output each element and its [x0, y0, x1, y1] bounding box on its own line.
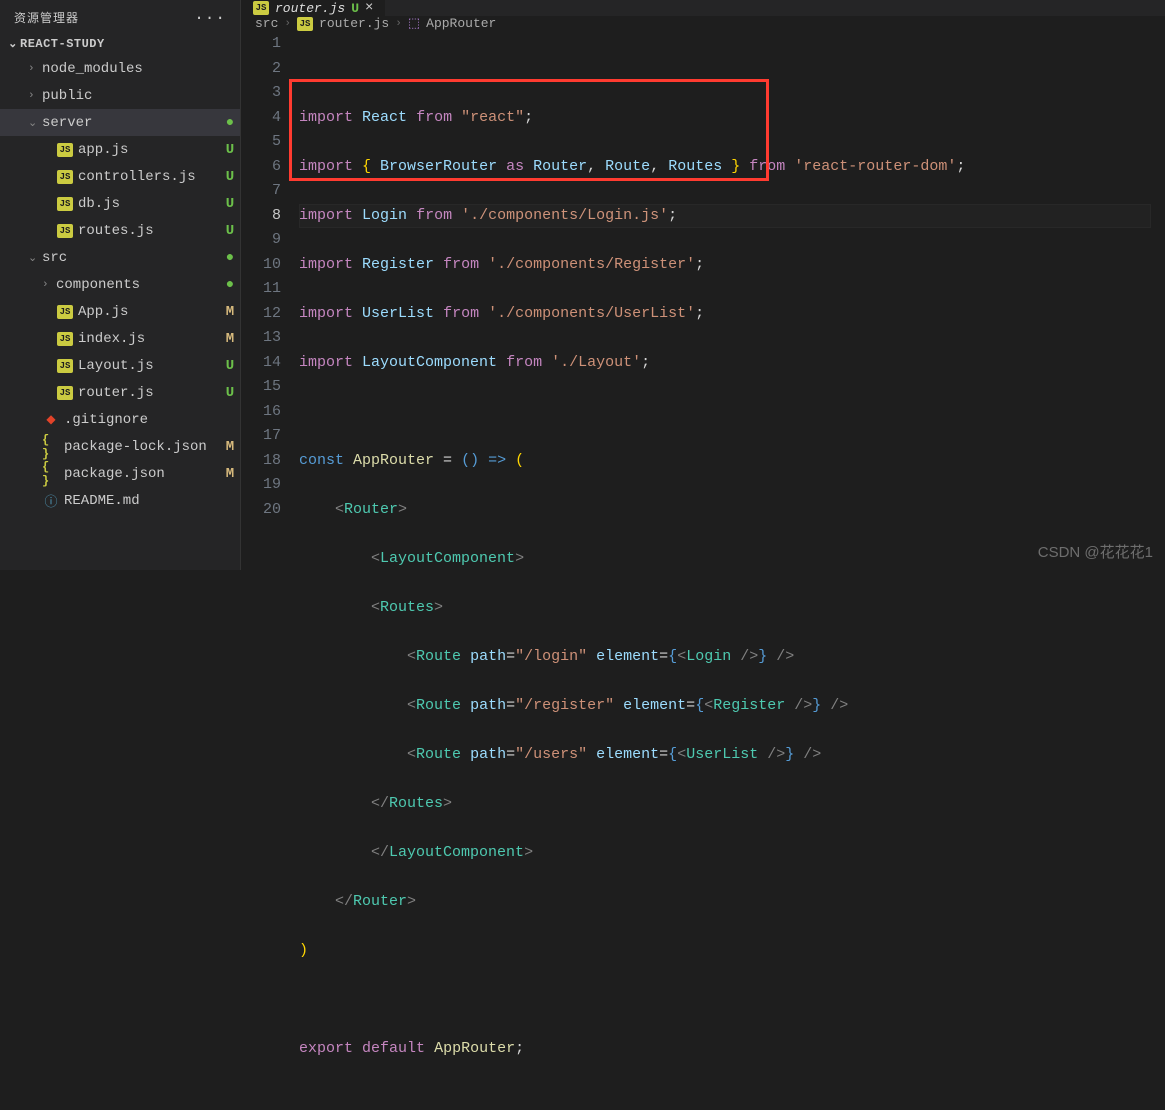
- tree-item-label: Layout.js: [78, 358, 220, 374]
- tree-item--gitignore[interactable]: ◆ .gitignore: [0, 406, 240, 433]
- tree-item-label: app.js: [78, 142, 220, 158]
- tree-item-app-js[interactable]: JS app.jsU: [0, 136, 240, 163]
- status-badge: M: [220, 466, 240, 482]
- tree-item-node_modules[interactable]: ›node_modules: [0, 55, 240, 82]
- file-tree: ›node_modules›public⌄server●JSapp.jsUJSc…: [0, 55, 240, 514]
- js-icon: JS: [56, 143, 74, 157]
- status-badge: U: [220, 385, 240, 401]
- tree-item-label: public: [42, 88, 220, 104]
- tab-status: U: [351, 1, 359, 16]
- tree-item-label: db.js: [78, 196, 220, 212]
- chevron-down-icon: ⌄: [6, 37, 20, 51]
- tree-item-layout-js[interactable]: JS Layout.jsU: [0, 352, 240, 379]
- breadcrumb-symbol[interactable]: AppRouter: [426, 16, 496, 31]
- code-content[interactable]: import React from "react"; import { Brow…: [299, 32, 1165, 1110]
- symbol-icon: ⬚: [408, 16, 420, 31]
- chevron-icon: ›: [42, 279, 56, 291]
- js-icon: JS: [297, 17, 313, 31]
- status-badge: ●: [220, 250, 240, 266]
- project-name: REACT-STUDY: [20, 37, 105, 51]
- js-icon: JS: [56, 197, 74, 211]
- status-badge: M: [220, 331, 240, 347]
- tree-item-label: package-lock.json: [64, 439, 220, 455]
- tree-item-router-js[interactable]: JS router.jsU: [0, 379, 240, 406]
- tree-item-public[interactable]: ›public: [0, 82, 240, 109]
- chevron-icon: ›: [28, 90, 42, 102]
- tree-item-label: node_modules: [42, 61, 220, 77]
- tab-label: router.js: [275, 1, 345, 16]
- chevron-right-icon: ›: [284, 18, 291, 30]
- tree-item-label: components: [56, 277, 220, 293]
- tree-item-label: package.json: [64, 466, 220, 482]
- tab-bar: JS router.js U ×: [241, 0, 1165, 16]
- breadcrumb-src[interactable]: src: [255, 16, 278, 31]
- status-badge: M: [220, 439, 240, 455]
- code-editor[interactable]: 1234567891011121314151617181920 import R…: [241, 31, 1165, 1110]
- tree-item-label: router.js: [78, 385, 220, 401]
- tab-router-js[interactable]: JS router.js U ×: [241, 0, 386, 16]
- line-gutter: 1234567891011121314151617181920: [241, 32, 299, 1110]
- tree-item-package-lock-json[interactable]: { }package-lock.jsonM: [0, 433, 240, 460]
- tree-item-label: .gitignore: [64, 412, 220, 428]
- close-icon[interactable]: ×: [365, 0, 373, 16]
- js-icon: JS: [56, 224, 74, 238]
- tree-item-label: src: [42, 250, 220, 266]
- status-badge: ●: [220, 115, 240, 131]
- tree-item-label: index.js: [78, 331, 220, 347]
- tree-item-label: server: [42, 115, 220, 131]
- js-icon: JS: [56, 170, 74, 184]
- tree-item-app-js[interactable]: JS App.jsM: [0, 298, 240, 325]
- chevron-icon: ⌄: [28, 251, 42, 265]
- status-badge: U: [220, 358, 240, 374]
- tree-item-routes-js[interactable]: JS routes.jsU: [0, 217, 240, 244]
- explorer-title: 资源管理器: [14, 9, 79, 26]
- tree-item-components[interactable]: ›components●: [0, 271, 240, 298]
- tree-item-package-json[interactable]: { }package.jsonM: [0, 460, 240, 487]
- tree-item-label: routes.js: [78, 223, 220, 239]
- explorer-sidebar: 资源管理器 ··· ⌄ REACT-STUDY ›node_modules›pu…: [0, 0, 241, 570]
- tree-item-controllers-js[interactable]: JS controllers.jsU: [0, 163, 240, 190]
- js-icon: JS: [56, 386, 74, 400]
- editor-area: JS router.js U × src › JS router.js › ⬚ …: [241, 0, 1165, 570]
- js-icon: JS: [56, 359, 74, 373]
- git-icon: ◆: [42, 412, 60, 427]
- more-icon[interactable]: ···: [194, 9, 226, 27]
- json-icon: { }: [42, 433, 60, 461]
- tree-item-server[interactable]: ⌄server●: [0, 109, 240, 136]
- tree-item-label: README.md: [64, 493, 220, 509]
- status-badge: U: [220, 142, 240, 158]
- tree-item-label: controllers.js: [78, 169, 220, 185]
- status-badge: U: [220, 196, 240, 212]
- js-icon: JS: [253, 1, 269, 15]
- info-icon: ⓘ: [42, 491, 60, 510]
- explorer-header: 资源管理器 ···: [0, 0, 240, 35]
- chevron-icon: ›: [28, 63, 42, 75]
- status-badge: M: [220, 304, 240, 320]
- breadcrumb[interactable]: src › JS router.js › ⬚ AppRouter: [241, 16, 1165, 31]
- tree-item-index-js[interactable]: JS index.jsM: [0, 325, 240, 352]
- chevron-icon: ⌄: [28, 116, 42, 130]
- status-badge: U: [220, 223, 240, 239]
- tree-item-db-js[interactable]: JS db.jsU: [0, 190, 240, 217]
- status-badge: U: [220, 169, 240, 185]
- breadcrumb-file[interactable]: router.js: [319, 16, 389, 31]
- tree-item-src[interactable]: ⌄src●: [0, 244, 240, 271]
- js-icon: JS: [56, 305, 74, 319]
- js-icon: JS: [56, 332, 74, 346]
- chevron-right-icon: ›: [395, 18, 402, 30]
- tree-item-readme-md[interactable]: ⓘREADME.md: [0, 487, 240, 514]
- status-badge: ●: [220, 277, 240, 293]
- project-header[interactable]: ⌄ REACT-STUDY: [0, 35, 240, 53]
- json-icon: { }: [42, 460, 60, 488]
- tree-item-label: App.js: [78, 304, 220, 320]
